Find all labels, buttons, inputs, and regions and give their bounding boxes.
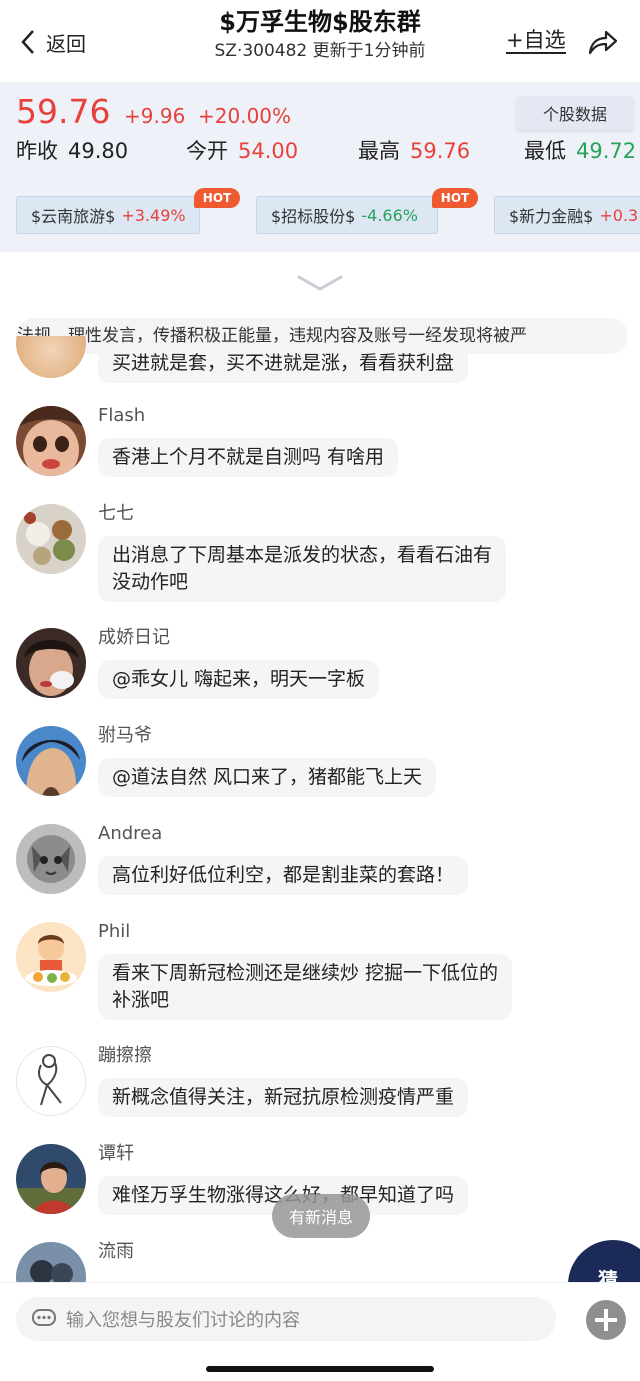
username: 蹦擦擦: [98, 1045, 152, 1066]
chevron-left-icon: [21, 30, 34, 54]
prev-close-value: 49.80: [68, 139, 129, 163]
price-change-percent: +20.00%: [198, 104, 292, 128]
related-stock-chip[interactable]: $招标股份$ -4.66%: [256, 196, 438, 234]
message-bubble: @乖女儿 嗨起来，明天一字板: [98, 660, 380, 699]
chat-message: Flash 香港上个月不就是自测吗 有啥用: [16, 405, 626, 486]
page-title: $万孚生物$股东群: [219, 8, 421, 36]
chip-change: +0.3: [599, 205, 639, 225]
avatar[interactable]: [16, 1144, 86, 1214]
message-bubble: 买进就是套，买不进就是涨，看看获利盘: [98, 344, 469, 383]
input-placeholder: 输入您想与股友们讨论的内容: [66, 1310, 300, 1331]
avatar[interactable]: [16, 1242, 86, 1282]
username: 成娇日记: [98, 627, 170, 648]
home-indicator: [206, 1366, 434, 1372]
username: Phil: [98, 921, 131, 942]
prev-close-stat: 昨收 49.80: [16, 136, 128, 166]
share-icon[interactable]: [588, 28, 618, 56]
chat-message: 成娇日记 @乖女儿 嗨起来，明天一字板: [16, 627, 626, 708]
chip-name: $云南旅游$: [31, 207, 116, 226]
price-change: +9.96: [124, 104, 186, 128]
high-value: 59.76: [410, 139, 471, 163]
message-bubble: 出消息了下周基本是派发的状态，看看石油有 没动作吧: [98, 536, 507, 602]
chat-bubble-icon: [32, 1309, 56, 1326]
chat-message: 流雨: [16, 1241, 626, 1282]
chip-change: +3.49%: [121, 205, 186, 225]
message-bubble: 香港上个月不就是自测吗 有啥用: [98, 438, 399, 477]
plus-icon: [595, 1309, 617, 1331]
username: 流雨: [98, 1241, 134, 1262]
back-button[interactable]: 返回: [18, 24, 86, 60]
chip-change: -4.66%: [361, 205, 418, 225]
related-stock-chip[interactable]: $新力金融$ +0.3: [494, 196, 640, 234]
top-bar: 返回 $万孚生物$股东群 SZ·300482 更新于1分钟前 +自选: [0, 0, 640, 82]
chevron-down-icon[interactable]: [296, 272, 344, 294]
message-bubble: 新概念值得关注，新冠抗原检测疫情严重: [98, 1078, 469, 1117]
message-bubble: @道法自然 风口来了，猪都能飞上天: [98, 758, 437, 797]
chat-message: Andrea 高位利好低位利空，都是割韭菜的套路！: [16, 823, 626, 904]
username: 谭轩: [98, 1143, 134, 1164]
avatar[interactable]: [16, 726, 86, 796]
open-stat: 今开 54.00: [186, 136, 298, 166]
message-bubble: 看来下周新冠检测还是继续炒 挖掘一下低位的 补涨吧: [98, 954, 513, 1020]
avatar[interactable]: [16, 824, 86, 894]
low-label: 最低: [524, 139, 566, 163]
chat-message: Phil 看来下周新冠检测还是继续炒 挖掘一下低位的 补涨吧: [16, 921, 626, 1028]
username: Flash: [98, 405, 146, 426]
page-subtitle: SZ·300482 更新于1分钟前: [214, 41, 426, 61]
chat-message: 驸马爷 @道法自然 风口来了，猪都能飞上天: [16, 725, 626, 806]
hot-badge: HOT: [194, 188, 240, 208]
avatar[interactable]: [16, 504, 86, 574]
current-price: 59.76: [16, 92, 111, 131]
avatar[interactable]: [16, 1046, 86, 1116]
avatar[interactable]: [16, 628, 86, 698]
related-stock-chip[interactable]: $云南旅游$ +3.49%: [16, 196, 200, 234]
chat-message: 七七 出消息了下周基本是派发的状态，看看石油有 没动作吧: [16, 503, 626, 610]
hot-badge: HOT: [432, 188, 478, 208]
avatar[interactable]: [16, 406, 86, 476]
back-label: 返回: [46, 31, 86, 56]
chat-message: 蹦擦擦 新概念值得关注，新冠抗原检测疫情严重: [16, 1045, 626, 1126]
message-input[interactable]: 输入您想与股友们讨论的内容: [16, 1297, 556, 1341]
open-value: 54.00: [238, 139, 299, 163]
prev-close-label: 昨收: [16, 139, 58, 163]
low-stat: 最低 49.72: [524, 136, 636, 166]
message-bubble: 高位利好低位利空，都是割韭菜的套路！: [98, 856, 469, 895]
stock-data-button[interactable]: 个股数据: [516, 96, 634, 130]
avatar[interactable]: [16, 922, 86, 992]
title-block: $万孚生物$股东群 SZ·300482 更新于1分钟前: [150, 6, 490, 64]
username: 驸马爷: [98, 725, 152, 746]
high-stat: 最高 59.76: [358, 136, 470, 166]
new-messages-pill[interactable]: 有新消息: [272, 1194, 370, 1238]
related-stocks-row: $云南旅游$ +3.49% HOT $招标股份$ -4.66% HOT $新力金融$…: [0, 188, 640, 238]
username: 七七: [98, 503, 134, 524]
high-label: 最高: [358, 139, 400, 163]
username: Andrea: [98, 823, 163, 844]
add-favorite-button[interactable]: +自选: [506, 28, 566, 54]
quote-panel: 59.76 +9.96 +20.00% 个股数据 昨收 49.80 今开 54.00…: [0, 82, 640, 252]
chip-name: $新力金融$: [509, 207, 594, 226]
open-label: 今开: [186, 139, 228, 163]
chip-name: $招标股份$: [271, 207, 356, 226]
avatar[interactable]: [16, 336, 86, 378]
chat-panel[interactable]: 律法规，理性发言，传播积极正能量，违规内容及账号一经发现将被严 买进就是套，买不…: [0, 252, 640, 1282]
low-value: 49.72: [576, 139, 637, 163]
add-button[interactable]: [586, 1300, 626, 1340]
